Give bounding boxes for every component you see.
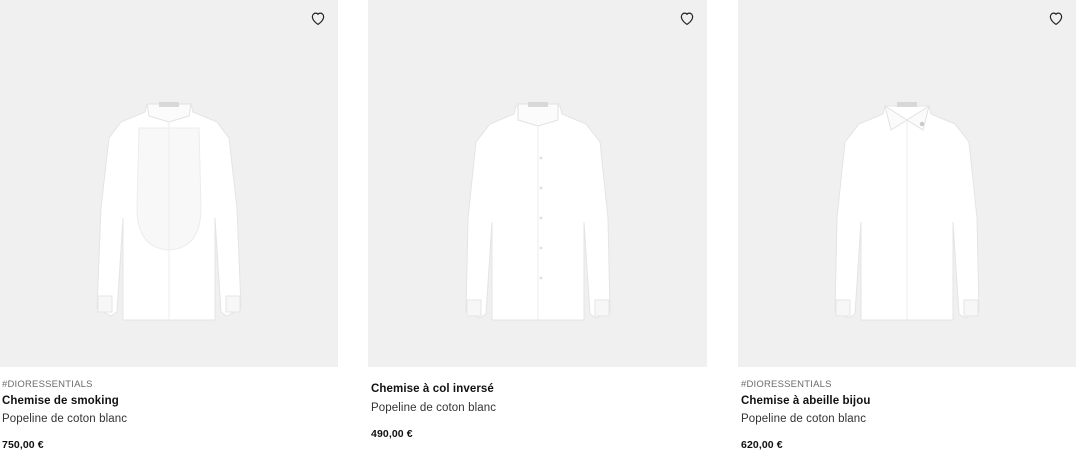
product-image[interactable]	[368, 0, 707, 367]
product-name[interactable]: Chemise de smoking	[2, 392, 340, 410]
product-tag: #DIORESSENTIALS	[741, 379, 832, 390]
product-image[interactable]	[0, 0, 338, 367]
product-image[interactable]	[738, 0, 1076, 367]
product-info: #DIORESSENTIALS Chemise à abeille bijou …	[741, 378, 1076, 452]
product-grid: #DIORESSENTIALS Chemise de smoking Popel…	[0, 0, 1076, 459]
heart-icon[interactable]	[678, 9, 696, 27]
shirt-image	[458, 98, 618, 324]
product-card[interactable]: #DIORESSENTIALS Chemise de smoking Popel…	[0, 0, 338, 459]
heart-icon[interactable]	[1047, 9, 1065, 27]
product-price: 490,00 €	[371, 428, 413, 440]
product-card[interactable]: #DIORESSENTIALS Chemise à abeille bijou …	[738, 0, 1076, 459]
product-description: Popeline de coton blanc	[371, 402, 497, 414]
product-name[interactable]: Chemise à abeille bijou	[741, 392, 1076, 410]
product-card[interactable]: Chemise à col inversé Popeline de coton …	[368, 0, 707, 459]
product-description: Popeline de coton blanc	[2, 413, 128, 425]
shirt-image	[89, 98, 249, 324]
product-tag: #DIORESSENTIALS	[2, 379, 93, 390]
product-price: 620,00 €	[741, 439, 783, 451]
product-description: Popeline de coton blanc	[741, 413, 867, 425]
product-name[interactable]: Chemise à col inversé	[371, 380, 710, 399]
product-info: Chemise à col inversé Popeline de coton …	[371, 380, 710, 441]
shirt-image	[827, 98, 987, 324]
product-price: 750,00 €	[2, 439, 44, 451]
heart-icon[interactable]	[309, 9, 327, 27]
product-info: #DIORESSENTIALS Chemise de smoking Popel…	[2, 378, 340, 452]
